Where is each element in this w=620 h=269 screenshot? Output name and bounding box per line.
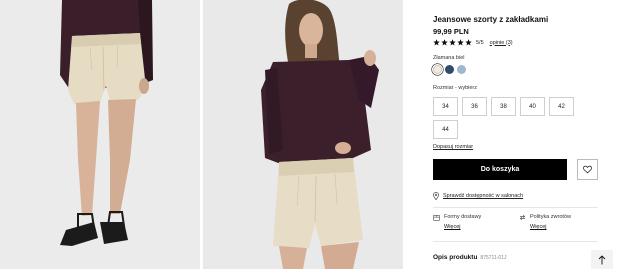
product-rating: 5/5 opinie (3) [433, 38, 513, 47]
reviews-link[interactable]: opinie (3) [490, 40, 513, 46]
arrow-up-icon [598, 254, 606, 264]
product-price: 99,99 PLN [433, 27, 469, 36]
color-swatches [433, 65, 466, 74]
size-option-38[interactable]: 38 [491, 97, 516, 116]
size-options: 34 36 38 40 42 44 [433, 97, 583, 139]
size-fit-link[interactable]: Dopasuj rozmiar [433, 144, 473, 150]
color-swatch-navy[interactable] [445, 65, 454, 74]
add-to-cart-button[interactable]: Do koszyka [433, 159, 567, 180]
color-label: Złamana biel [433, 55, 465, 61]
size-label: Rozmiar - wybierz [433, 85, 478, 91]
shipping-more-link[interactable]: Więcej [444, 224, 481, 230]
star-icon [449, 39, 456, 46]
size-option-40[interactable]: 40 [520, 97, 545, 116]
product-image-1[interactable] [0, 0, 200, 269]
rating-stars [433, 39, 472, 46]
heart-icon [583, 165, 592, 174]
rating-score: 5/5 [476, 39, 484, 46]
star-icon [465, 39, 472, 46]
size-option-42[interactable]: 42 [549, 97, 574, 116]
returns-title: Polityka zwrotów [530, 214, 571, 220]
divider [433, 241, 598, 242]
shipping-title: Formy dostawy [444, 214, 482, 220]
description-title: Opis produktu [433, 254, 478, 261]
returns-more-link[interactable]: Więcej [530, 224, 571, 230]
store-availability-link[interactable]: Sprawdź dostępność w salonach [443, 193, 523, 199]
size-option-44[interactable]: 44 [433, 120, 458, 139]
store-availability: Sprawdź dostępność w salonach [433, 192, 523, 200]
product-photo-legs [0, 0, 200, 269]
returns-info: Polityka zwrotów Więcej [519, 214, 571, 230]
size-option-36[interactable]: 36 [462, 97, 487, 116]
size-option-34[interactable]: 34 [433, 97, 458, 116]
exchange-icon [520, 214, 525, 221]
color-swatch-lightblue[interactable] [457, 65, 466, 74]
box-icon [433, 215, 440, 221]
star-icon [433, 39, 440, 46]
product-title: Jeansowe szorty z zakładkami [433, 15, 549, 24]
divider [433, 207, 598, 208]
map-pin-icon [433, 192, 439, 200]
star-icon [441, 39, 448, 46]
product-image-2[interactable] [203, 0, 403, 269]
scroll-to-top-button[interactable] [591, 250, 613, 269]
product-reference: 875711-01J [480, 255, 507, 261]
color-swatch-offwhite[interactable] [433, 65, 442, 74]
star-icon [457, 39, 464, 46]
product-photo-model [203, 0, 403, 269]
wishlist-button[interactable] [577, 159, 598, 180]
shipping-info: Formy dostawy Więcej [433, 214, 481, 230]
product-description-header[interactable]: Opis produktu 875711-01J [433, 254, 506, 261]
